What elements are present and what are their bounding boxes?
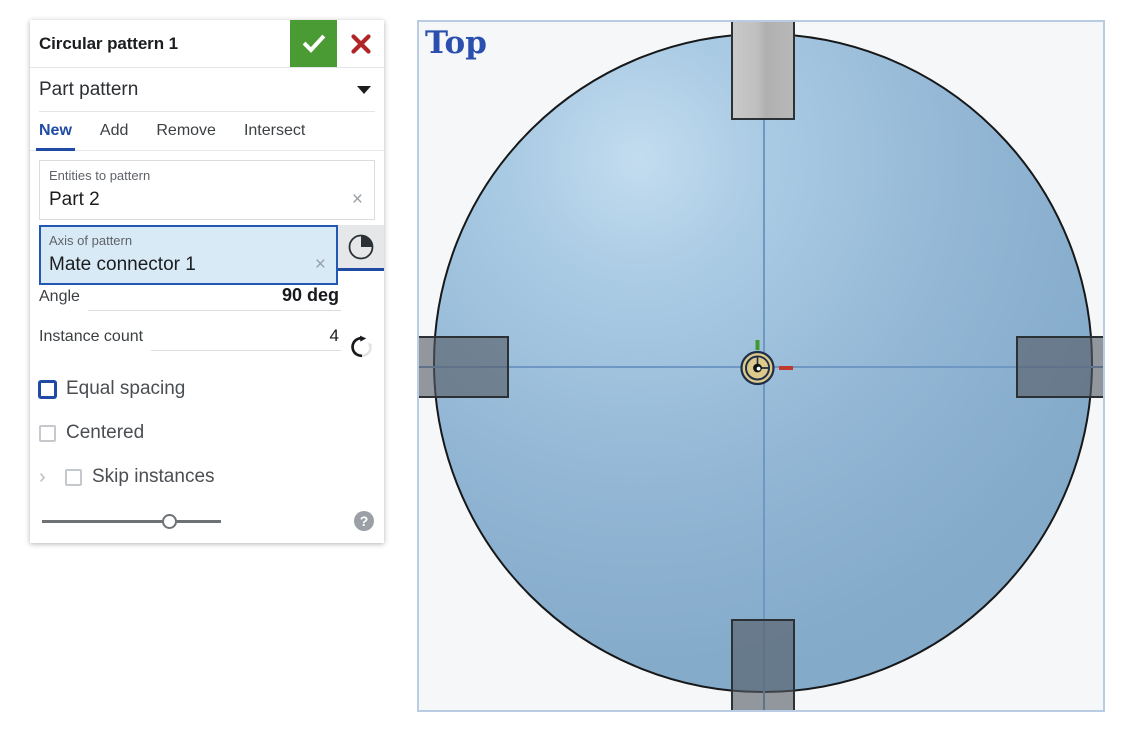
axis-of-pattern-field[interactable]: Axis of pattern Mate connector 1 × <box>39 225 338 285</box>
pattern-instance-right[interactable] <box>1016 336 1103 398</box>
slider-thumb[interactable] <box>162 514 177 529</box>
svg-text:?: ? <box>360 513 369 529</box>
pattern-instance-bottom[interactable] <box>731 619 795 710</box>
angle-input[interactable]: 90 deg <box>87 285 341 311</box>
slider-track <box>42 520 221 523</box>
equal-spacing-row[interactable]: Equal spacing <box>39 367 375 411</box>
cancel-button[interactable] <box>337 20 384 67</box>
tab-new[interactable]: New <box>36 112 75 151</box>
pie-angle-icon <box>348 234 374 259</box>
centered-label: Centered <box>66 422 145 443</box>
help-button[interactable]: ? <box>353 510 375 532</box>
opacity-slider[interactable] <box>39 511 341 531</box>
angle-row: Angle 90 deg <box>39 285 375 326</box>
centered-row[interactable]: Centered <box>39 411 375 455</box>
tab-intersect[interactable]: Intersect <box>244 112 305 150</box>
skip-instances-row[interactable]: › Skip instances <box>39 455 375 499</box>
instance-count-label: Instance count <box>39 328 144 345</box>
skip-instances-checkbox[interactable] <box>65 468 82 486</box>
entities-clear-icon[interactable]: × <box>350 190 365 209</box>
mate-connector-glyph[interactable] <box>729 340 799 396</box>
entities-to-pattern-caption: Entities to pattern <box>49 168 151 183</box>
equal-spacing-checkbox[interactable] <box>39 380 56 398</box>
dialog-body: Entities to pattern Part 2 × Axis of pat… <box>30 151 384 499</box>
boolean-operation-tabs: New Add Remove Intersect <box>30 112 384 151</box>
pattern-type-dropdown[interactable]: Part pattern <box>39 68 375 112</box>
axis-clear-icon[interactable]: × <box>313 255 328 274</box>
centered-checkbox[interactable] <box>39 424 56 442</box>
pattern-type-value: Part pattern <box>39 78 139 100</box>
mate-origin-highlight-icon <box>756 366 761 371</box>
instance-count-row: Instance count 4 <box>39 326 375 367</box>
close-icon <box>350 33 371 54</box>
dialog-footer: ? <box>30 499 384 543</box>
circular-pattern-dialog[interactable]: Circular pattern 1 Part pattern New Add … <box>30 20 384 543</box>
dialog-title: Circular pattern 1 <box>39 33 178 53</box>
flip-direction-icon <box>351 335 373 357</box>
tab-remove[interactable]: Remove <box>156 112 216 150</box>
entities-to-pattern-field[interactable]: Entities to pattern Part 2 × <box>39 160 375 220</box>
graphics-viewport[interactable]: Top <box>417 20 1105 712</box>
pattern-instance-left[interactable] <box>419 336 509 398</box>
skip-instances-label: Skip instances <box>92 466 215 487</box>
axis-of-pattern-row: Axis of pattern Mate connector 1 × <box>30 225 384 285</box>
view-orientation-label: Top <box>425 25 487 61</box>
dialog-header: Circular pattern 1 <box>30 20 384 68</box>
entities-to-pattern-value: Part 2 <box>49 189 100 210</box>
tab-add[interactable]: Add <box>100 112 128 150</box>
chevron-down-icon <box>357 85 371 94</box>
instance-count-input[interactable]: 4 <box>151 326 341 351</box>
angle-label: Angle <box>39 288 80 305</box>
angle-mode-button[interactable] <box>338 225 384 271</box>
check-icon <box>302 34 325 53</box>
entities-to-pattern-value-row: Part 2 × <box>49 187 365 212</box>
accept-button[interactable] <box>290 20 337 67</box>
pattern-instance-top[interactable] <box>731 22 795 120</box>
help-icon: ? <box>354 511 374 531</box>
axis-of-pattern-value: Mate connector 1 <box>49 254 196 275</box>
axis-of-pattern-value-row: Mate connector 1 × <box>49 252 328 277</box>
equal-spacing-label: Equal spacing <box>66 378 186 399</box>
flip-direction-button[interactable] <box>345 334 375 360</box>
chevron-right-icon[interactable]: › <box>39 467 55 487</box>
axis-of-pattern-caption: Axis of pattern <box>49 233 133 248</box>
